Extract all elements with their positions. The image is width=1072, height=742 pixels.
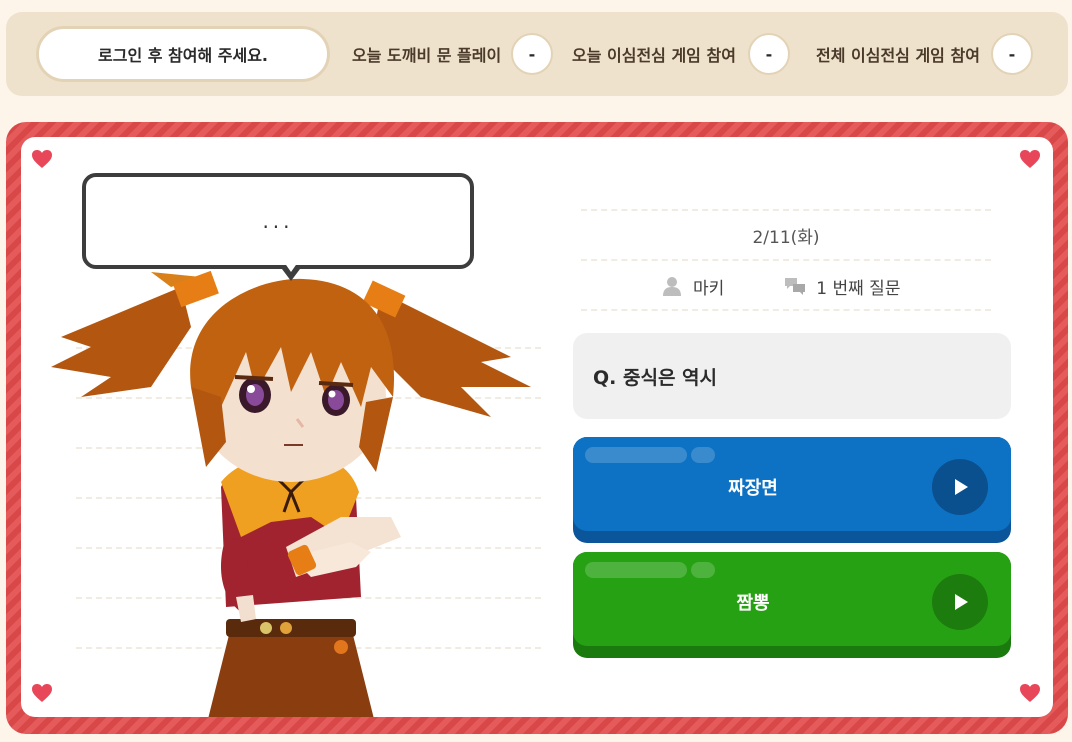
stat-label-total-game: 전체 이심전심 게임 참여 — [816, 46, 980, 65]
stat-label-door-play: 오늘 도깨비 문 플레이 — [352, 46, 502, 65]
ruled-line — [581, 259, 991, 261]
question-text: Q. 중식은 역시 — [593, 366, 717, 389]
ruled-line — [581, 209, 991, 211]
stat-label-today-game: 오늘 이심전심 게임 참여 — [572, 46, 736, 65]
heart-icon — [31, 149, 53, 169]
answer-button-jjamppong[interactable]: 짬뽕 — [573, 552, 1011, 658]
question-number: 1 번째 질문 — [816, 278, 901, 299]
game-card: ... 2/11(화) 마키 1 번째 질문 Q. 중식은 역시 짜장면 짬뽕 — [21, 137, 1053, 717]
status-bar: 로그인 후 참여해 주세요. 오늘 도깨비 문 플레이 - 오늘 이심전심 게임… — [6, 12, 1068, 96]
speech-bubble-tail — [279, 262, 303, 281]
question-box: Q. 중식은 역시 — [573, 333, 1011, 419]
stat-value-door-play: - — [511, 33, 553, 75]
heart-icon — [1019, 683, 1041, 703]
answer-label: 짬뽕 — [736, 593, 770, 614]
speech-text: ... — [262, 209, 294, 233]
stat-value-today-game: - — [748, 33, 790, 75]
character-illustration — [51, 270, 531, 717]
answer-button-jajangmyeon[interactable]: 짜장면 — [573, 437, 1011, 543]
answer-label: 짜장면 — [728, 478, 778, 499]
game-frame: ... 2/11(화) 마키 1 번째 질문 Q. 중식은 역시 짜장면 짬뽕 — [6, 122, 1068, 734]
heart-icon — [1019, 149, 1041, 169]
author-name: 마키 — [693, 278, 725, 299]
stat-value-total-game: - — [991, 33, 1033, 75]
quiz-date: 2/11(화) — [752, 228, 820, 248]
user-icon — [661, 275, 683, 297]
chat-bubbles-icon — [784, 275, 806, 297]
speech-bubble: ... — [82, 173, 474, 269]
login-button[interactable]: 로그인 후 참여해 주세요. — [36, 26, 330, 82]
play-icon[interactable] — [932, 574, 988, 630]
quiz-meta: 마키 1 번째 질문 — [661, 271, 900, 301]
ruled-line — [581, 309, 991, 311]
play-icon[interactable] — [932, 459, 988, 515]
